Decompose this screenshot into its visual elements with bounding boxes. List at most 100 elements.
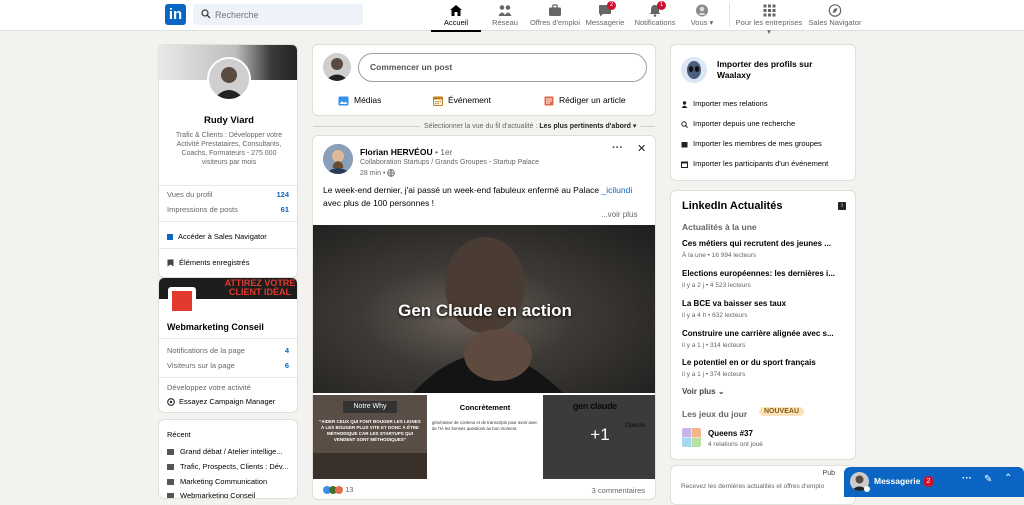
ad-card: Pub Recevez les dernières actualités et … bbox=[670, 465, 856, 505]
event-button[interactable]: Événement bbox=[433, 95, 491, 106]
search-input[interactable] bbox=[215, 7, 355, 22]
nav-notifications[interactable]: 1 Notifications bbox=[632, 0, 678, 31]
close-icon[interactable]: ✕ bbox=[637, 142, 646, 155]
ad-text[interactable]: Recevez les dernières actualités et offr… bbox=[681, 483, 824, 490]
compass-icon bbox=[828, 4, 842, 17]
nav-network[interactable]: Réseau bbox=[487, 0, 523, 31]
game-name[interactable]: Queens #37 bbox=[708, 429, 753, 438]
see-more-news-label: Voir plus bbox=[682, 387, 716, 396]
news-item-title[interactable]: Construire une carrière alignée avec s..… bbox=[682, 329, 834, 338]
caret-down-icon: ▾ bbox=[630, 123, 637, 130]
post-main-image[interactable]: Gen Claude en action bbox=[313, 225, 655, 393]
messaging-bar[interactable]: Messagerie 2 ··· ✎ ⌃ bbox=[844, 467, 1024, 497]
sales-navigator-label: Accéder à Sales Navigator bbox=[178, 232, 267, 241]
post-author[interactable]: Florian HERVÉOU • 1er bbox=[360, 147, 453, 157]
nav-messaging-label: Messagerie bbox=[585, 18, 625, 27]
start-post-input[interactable]: Commencer un post bbox=[358, 53, 647, 82]
campaign-manager-link[interactable]: Essayez Campaign Manager bbox=[167, 397, 275, 406]
see-more-link[interactable]: ...voir plus bbox=[601, 210, 637, 219]
more-options-icon[interactable]: ··· bbox=[962, 473, 972, 484]
write-article-button[interactable]: Rédiger un article bbox=[544, 95, 626, 106]
nav-messaging[interactable]: 2 Messagerie bbox=[584, 0, 626, 31]
recent-item[interactable]: Trafic, Prospects, Clients : Dév... bbox=[167, 462, 288, 471]
feed-sort-label: Sélectionner la vue du fil d'actualité : bbox=[424, 123, 538, 130]
news-item-title[interactable]: Ces métiers qui recrutent des jeunes ... bbox=[682, 239, 831, 248]
news-item-meta: il y a 4 h • 632 lecteurs bbox=[682, 312, 748, 319]
briefcase-icon bbox=[549, 4, 561, 16]
recent-item[interactable]: Webmarketing Conseil bbox=[167, 491, 255, 498]
news-item-title[interactable]: Le potentiel en or du sport français bbox=[682, 358, 816, 367]
composer-avatar[interactable] bbox=[323, 53, 351, 81]
recent-item[interactable]: Marketing Communication bbox=[167, 477, 267, 486]
page-notifications-value[interactable]: 4 bbox=[285, 346, 289, 355]
waalaxy-import-relations[interactable]: Importer mes relations bbox=[681, 99, 768, 108]
ad-label: Pub bbox=[822, 470, 835, 477]
write-article-label: Rédiger un article bbox=[559, 95, 626, 105]
profile-name[interactable]: Rudy Viard bbox=[159, 115, 297, 126]
waalaxy-import-event[interactable]: Importer les participants d'un événement bbox=[681, 159, 828, 168]
news-item-meta: il y a 2 j • 4 523 lecteurs bbox=[682, 282, 751, 289]
company-name[interactable]: Webmarketing Conseil bbox=[167, 322, 264, 332]
post-time: 28 min • bbox=[360, 169, 396, 177]
saved-items-link[interactable]: Éléments enregistrés bbox=[167, 258, 249, 267]
page-notifications-label[interactable]: Notifications de la page bbox=[167, 346, 245, 355]
recent-item[interactable]: Grand débat / Atelier intellige... bbox=[167, 447, 283, 456]
see-more-news-button[interactable]: Voir plus ⌄ bbox=[682, 387, 725, 396]
waalaxy-title[interactable]: Importer des profils sur Waalaxy bbox=[717, 59, 847, 81]
grow-activity-text: Développez votre activité bbox=[167, 383, 251, 392]
post-thumbnail-2[interactable]: Concrètement générateur de contenu et de… bbox=[428, 395, 542, 479]
online-status-icon bbox=[864, 486, 870, 492]
nav-network-label: Réseau bbox=[492, 18, 518, 27]
campaign-manager-icon bbox=[167, 398, 175, 406]
post-impressions-value[interactable]: 61 bbox=[281, 205, 289, 214]
page-visitors-value[interactable]: 6 bbox=[285, 361, 289, 370]
post-impressions-label[interactable]: Impressions de posts bbox=[167, 205, 238, 214]
info-icon[interactable]: i bbox=[838, 202, 846, 210]
person-icon bbox=[681, 100, 688, 108]
divider bbox=[159, 377, 297, 378]
post-thumbnail-1[interactable]: Notre Why "AIDER CEUX QUI FONT BOUGER LE… bbox=[313, 395, 427, 479]
nav-me[interactable]: Vous ▾ bbox=[686, 0, 718, 31]
news-title: LinkedIn Actualités bbox=[682, 200, 783, 212]
news-item-title[interactable]: Elections européennes: les dernières i..… bbox=[682, 269, 835, 278]
more-options-icon[interactable]: ··· bbox=[612, 142, 623, 154]
page-visitors-label[interactable]: Visiteurs sur la page bbox=[167, 361, 235, 370]
search-box[interactable] bbox=[193, 4, 363, 25]
profile-avatar[interactable] bbox=[207, 57, 251, 101]
photo-icon bbox=[338, 96, 349, 106]
nav-home[interactable]: Accueil bbox=[431, 0, 481, 32]
post-text-end: avec plus de 100 personnes ! bbox=[323, 198, 435, 208]
post-author-name[interactable]: Florian HERVÉOU bbox=[360, 147, 433, 157]
post-author-avatar[interactable] bbox=[323, 144, 353, 174]
waalaxy-item-label: Importer depuis une recherche bbox=[693, 119, 796, 128]
media-button[interactable]: Médias bbox=[338, 95, 381, 106]
profile-views-label[interactable]: Vues du profil bbox=[167, 190, 213, 199]
post-thumbnail-3[interactable]: gen claude OpenAI +1 bbox=[543, 395, 655, 479]
news-item-title[interactable]: La BCE va baisser ses taux bbox=[682, 299, 786, 308]
waalaxy-import-search[interactable]: Importer depuis une recherche bbox=[681, 119, 795, 128]
saved-items-label: Éléments enregistrés bbox=[179, 258, 250, 267]
profile-views-value[interactable]: 124 bbox=[276, 190, 289, 199]
chevron-up-icon[interactable]: ⌃ bbox=[1004, 473, 1012, 484]
post-reactions[interactable]: 13 bbox=[323, 485, 353, 495]
queens-grid-icon bbox=[682, 428, 701, 447]
nav-sales-navigator[interactable]: Sales Navigator bbox=[806, 0, 864, 31]
nav-jobs[interactable]: Offres d'emploi bbox=[528, 0, 582, 31]
chevron-down-icon: ▾ bbox=[707, 18, 714, 27]
feed-sort-value[interactable]: Les plus pertinents d'abord bbox=[539, 123, 631, 130]
queens-game-icon[interactable] bbox=[682, 428, 701, 447]
compose-message-icon[interactable]: ✎ bbox=[984, 474, 992, 485]
waalaxy-import-groups[interactable]: Importer les membres de mes groupes bbox=[681, 139, 822, 148]
avatar-icon bbox=[696, 4, 708, 17]
waalaxy-item-label: Importer les participants d'un événement bbox=[693, 159, 829, 168]
linkedin-logo[interactable]: in bbox=[165, 4, 186, 25]
nav-notifications-label: Notifications bbox=[634, 18, 676, 27]
thumbnail-1-scene bbox=[313, 453, 427, 479]
feed-sort[interactable]: Sélectionner la vue du fil d'actualité :… bbox=[420, 122, 641, 130]
nav-for-business[interactable]: Pour les entreprises ▾ bbox=[735, 0, 803, 36]
nav-me-label: Vous bbox=[690, 18, 708, 27]
event-label: Événement bbox=[448, 95, 491, 105]
post-hashtag[interactable]: _icilundi bbox=[602, 185, 633, 195]
company-logo[interactable] bbox=[168, 287, 196, 315]
sales-navigator-link[interactable]: Accéder à Sales Navigator bbox=[167, 232, 267, 241]
